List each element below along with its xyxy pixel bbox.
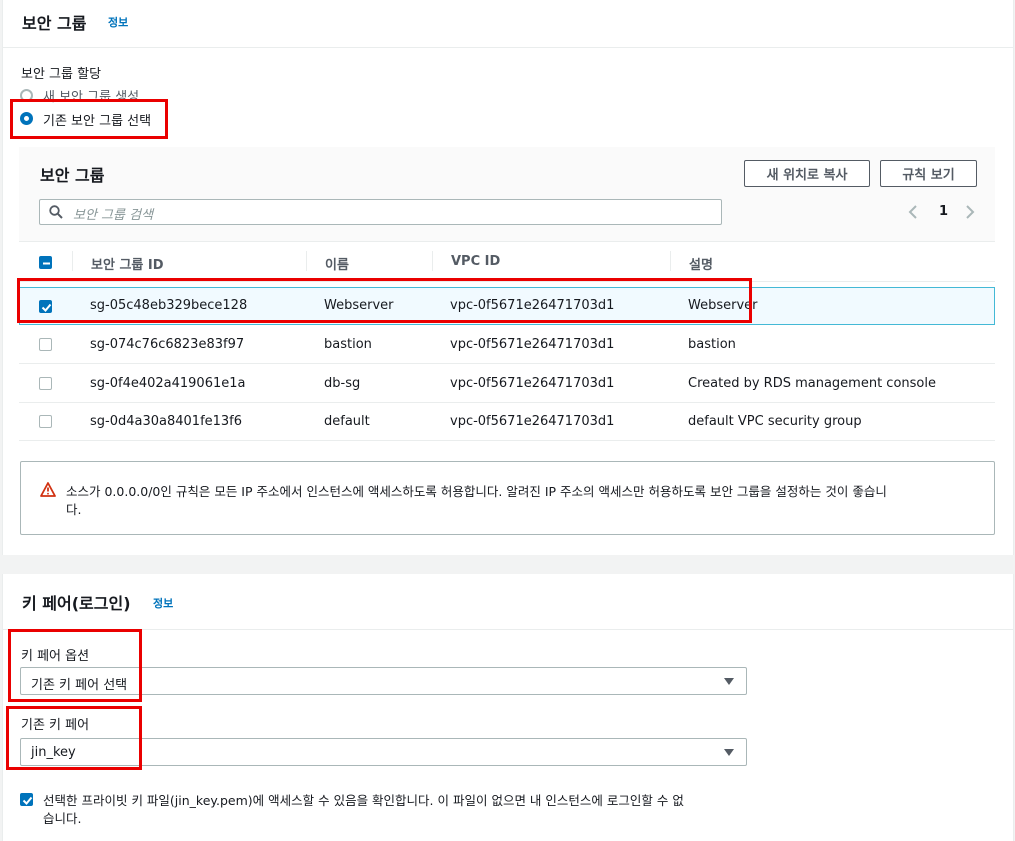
security-group-header: 보안 그룹 정보 [3,0,1013,48]
column-header-description[interactable]: 설명 [689,254,713,273]
radio-existing-sg[interactable] [20,112,33,125]
acknowledge-text-line1: 선택한 프라이빗 키 파일(jin_key.pem)에 액세스할 수 있음을 확… [43,793,684,808]
assign-label: 보안 그룹 할당 [21,67,102,82]
sg-table-title: 보안 그룹 [40,166,105,185]
key-pair-option-select[interactable]: 기존 키 페어 선택 [20,667,747,695]
warning-icon [40,482,56,501]
pagination-next-icon[interactable] [965,204,975,224]
acknowledge-text-line2: 습니다. [43,811,82,826]
row-checkbox[interactable] [39,377,52,390]
cell-sg-id: sg-05c48eb329bece128 [90,298,248,313]
table-row[interactable]: sg-0d4a30a8401fe13f6 default vpc-0f5671e… [19,403,995,441]
cell-sg-id: sg-074c76c6823e83f97 [90,337,245,352]
caret-down-icon [724,749,734,756]
cell-name: default [324,414,370,429]
column-header-vpc-id[interactable]: VPC ID [451,254,500,269]
cell-vpc-id: vpc-0f5671e26471703d1 [450,376,615,391]
cell-description: bastion [688,337,736,352]
key-pair-option-value: 기존 키 페어 선택 [31,678,128,693]
table-row[interactable]: sg-074c76c6823e83f97 bastion vpc-0f5671e… [19,326,995,364]
radio-new-sg[interactable] [20,89,33,102]
cell-vpc-id: vpc-0f5671e26471703d1 [450,337,615,352]
cell-vpc-id: vpc-0f5671e26471703d1 [450,298,615,313]
row-checkbox[interactable] [39,300,52,313]
radio-existing-sg-label[interactable]: 기존 보안 그룹 선택 [43,110,151,129]
warning-text-line2: 다. [66,502,82,517]
table-row[interactable]: sg-05c48eb329bece128 Webserver vpc-0f567… [19,287,995,325]
header-divider [72,251,73,271]
radio-new-sg-label[interactable]: 새 보안 그룹 생성 [43,86,139,105]
column-header-sg-id[interactable]: 보안 그룹 ID [91,254,164,273]
pagination-prev-icon[interactable] [908,204,918,224]
security-group-title: 보안 그룹 [22,14,87,33]
security-group-info-link[interactable]: 정보 [108,14,128,30]
view-rules-button[interactable]: 규칙 보기 [880,160,977,187]
cell-sg-id: sg-0f4e402a419061e1a [90,376,246,391]
acknowledge-checkbox[interactable] [20,793,33,806]
cell-description: Created by RDS management console [688,376,936,391]
cell-description: Webserver [688,298,758,313]
row-checkbox[interactable] [39,338,52,351]
open-access-warning: 소스가 0.0.0.0/0인 규칙은 모든 IP 주소에서 인스턴스에 액세스하… [20,461,995,535]
header-divider [306,251,307,271]
existing-key-pair-value: jin_key [31,745,76,760]
key-pair-info-link[interactable]: 정보 [153,595,173,611]
sg-search-placeholder: 보안 그룹 검색 [73,208,154,223]
key-pair-option-label: 키 페어 옵션 [21,649,90,664]
warning-text-line1: 소스가 0.0.0.0/0인 규칙은 모든 IP 주소에서 인스턴스에 액세스하… [66,484,887,499]
sg-search-box[interactable]: 보안 그룹 검색 [39,199,722,225]
row-checkbox[interactable] [39,415,52,428]
column-header-name[interactable]: 이름 [325,254,349,273]
key-pair-title: 키 페어(로그인) [22,594,131,613]
cell-name: db-sg [324,376,361,391]
header-divider [670,251,671,271]
table-row[interactable]: sg-0f4e402a419061e1a db-sg vpc-0f5671e26… [19,365,995,403]
existing-key-pair-select[interactable]: jin_key [20,738,747,766]
select-all-checkbox[interactable] [39,256,52,269]
cell-description: default VPC security group [688,414,862,429]
cell-sg-id: sg-0d4a30a8401fe13f6 [90,414,243,429]
cell-name: Webserver [324,298,394,313]
sg-table-header [19,241,995,282]
pagination-page[interactable]: 1 [939,204,948,219]
header-divider [432,251,433,271]
caret-down-icon [724,678,734,685]
key-pair-header: 키 페어(로그인) 정보 [3,574,1013,630]
cell-name: bastion [324,337,372,352]
search-icon [49,205,63,223]
existing-key-pair-label: 기존 키 페어 [21,718,90,733]
copy-to-new-location-button[interactable]: 새 위치로 복사 [744,160,870,187]
cell-vpc-id: vpc-0f5671e26471703d1 [450,414,615,429]
